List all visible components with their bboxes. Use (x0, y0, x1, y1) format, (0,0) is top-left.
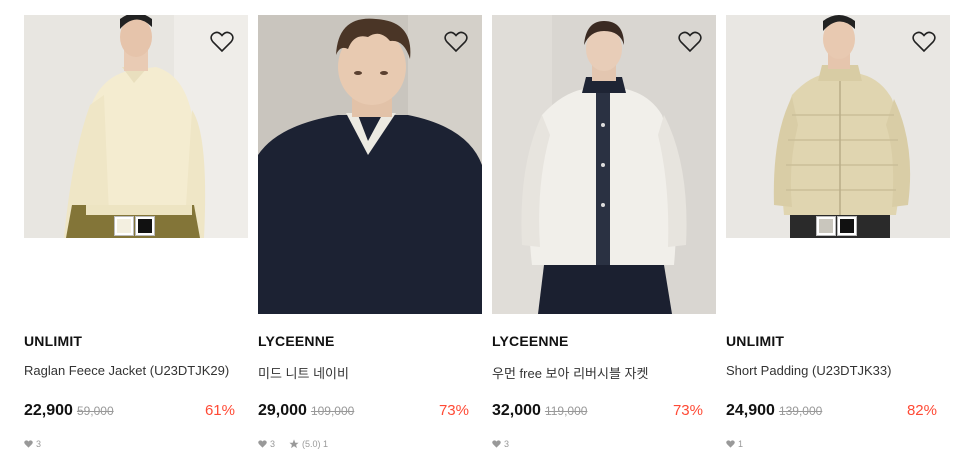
product-card[interactable]: LYCEENNE 우먼 free 보아 리버시블 자켓 32,000 119,00… (492, 15, 716, 470)
sale-price: 22,900 59,000 (24, 402, 114, 419)
sale-price: 24,900 139,000 (726, 402, 823, 419)
sale-price: 32,000 119,000 (492, 402, 588, 419)
product-name[interactable]: Short Padding (U23DTJK33) (726, 363, 891, 378)
navy-knit-sweater-photo (258, 15, 482, 314)
discount-rate: 73% (672, 402, 703, 419)
discount-rate: 73% (438, 402, 469, 419)
product-grid: UNLIMIT Raglan Feece Jacket (U23DTJK29) … (0, 0, 975, 476)
product-meta: 1 (726, 439, 743, 449)
rating-summary: (5.0) 1 (302, 439, 329, 449)
product-image[interactable] (24, 15, 248, 238)
color-swatches (115, 217, 154, 235)
original-price: 139,000 (778, 404, 823, 418)
like-heart-icon (492, 440, 501, 448)
product-name[interactable]: Raglan Feece Jacket (U23DTJK29) (24, 363, 229, 378)
wishlist-heart-icon[interactable] (444, 31, 468, 53)
product-price-row: 32,000 119,000 73% (492, 402, 703, 422)
wishlist-heart-icon[interactable] (678, 31, 702, 53)
color-swatch-black[interactable] (838, 217, 856, 235)
original-price: 119,000 (544, 404, 588, 418)
product-brand[interactable]: UNLIMIT (726, 333, 784, 349)
product-price-row: 24,900 139,000 82% (726, 402, 937, 422)
like-count: 3 (36, 439, 42, 449)
product-card[interactable]: UNLIMIT Short Padding (U23DTJK33) 24,900… (726, 15, 950, 470)
like-count: 1 (738, 439, 744, 449)
discount-rate: 61% (204, 402, 235, 419)
color-swatch-gray[interactable] (817, 217, 835, 235)
like-heart-icon (24, 440, 33, 448)
like-count: 3 (270, 439, 276, 449)
like-heart-icon (258, 440, 267, 448)
product-meta: 3 (492, 439, 509, 449)
product-brand[interactable]: LYCEENNE (258, 333, 335, 349)
product-image[interactable] (258, 15, 482, 314)
color-swatches (817, 217, 856, 235)
original-price: 109,000 (310, 404, 355, 418)
white-boa-jacket-photo (492, 15, 716, 314)
original-price: 59,000 (76, 404, 114, 418)
product-meta: 3 (24, 439, 41, 449)
discount-rate: 82% (906, 402, 937, 419)
wishlist-heart-icon[interactable] (210, 31, 234, 53)
product-name[interactable]: 우먼 free 보아 리버시블 자켓 (492, 363, 648, 382)
product-card[interactable]: UNLIMIT Raglan Feece Jacket (U23DTJK29) … (24, 15, 248, 470)
color-swatch-black[interactable] (136, 217, 154, 235)
like-heart-icon (726, 440, 735, 448)
product-price-row: 29,000 109,000 73% (258, 402, 469, 422)
product-image[interactable] (726, 15, 950, 238)
product-price-row: 22,900 59,000 61% (24, 402, 235, 422)
product-brand[interactable]: UNLIMIT (24, 333, 82, 349)
sale-price: 29,000 109,000 (258, 402, 355, 419)
wishlist-heart-icon[interactable] (912, 31, 936, 53)
product-meta: 3 (5.0) 1 (258, 439, 328, 449)
product-card[interactable]: LYCEENNE 미드 니트 네이비 29,000 109,000 73% 3 (… (258, 15, 482, 470)
product-image[interactable] (492, 15, 716, 314)
color-swatch-cream[interactable] (115, 217, 133, 235)
star-icon (289, 439, 299, 449)
product-name[interactable]: 미드 니트 네이비 (258, 363, 349, 382)
product-brand[interactable]: LYCEENNE (492, 333, 569, 349)
like-count: 3 (504, 439, 510, 449)
